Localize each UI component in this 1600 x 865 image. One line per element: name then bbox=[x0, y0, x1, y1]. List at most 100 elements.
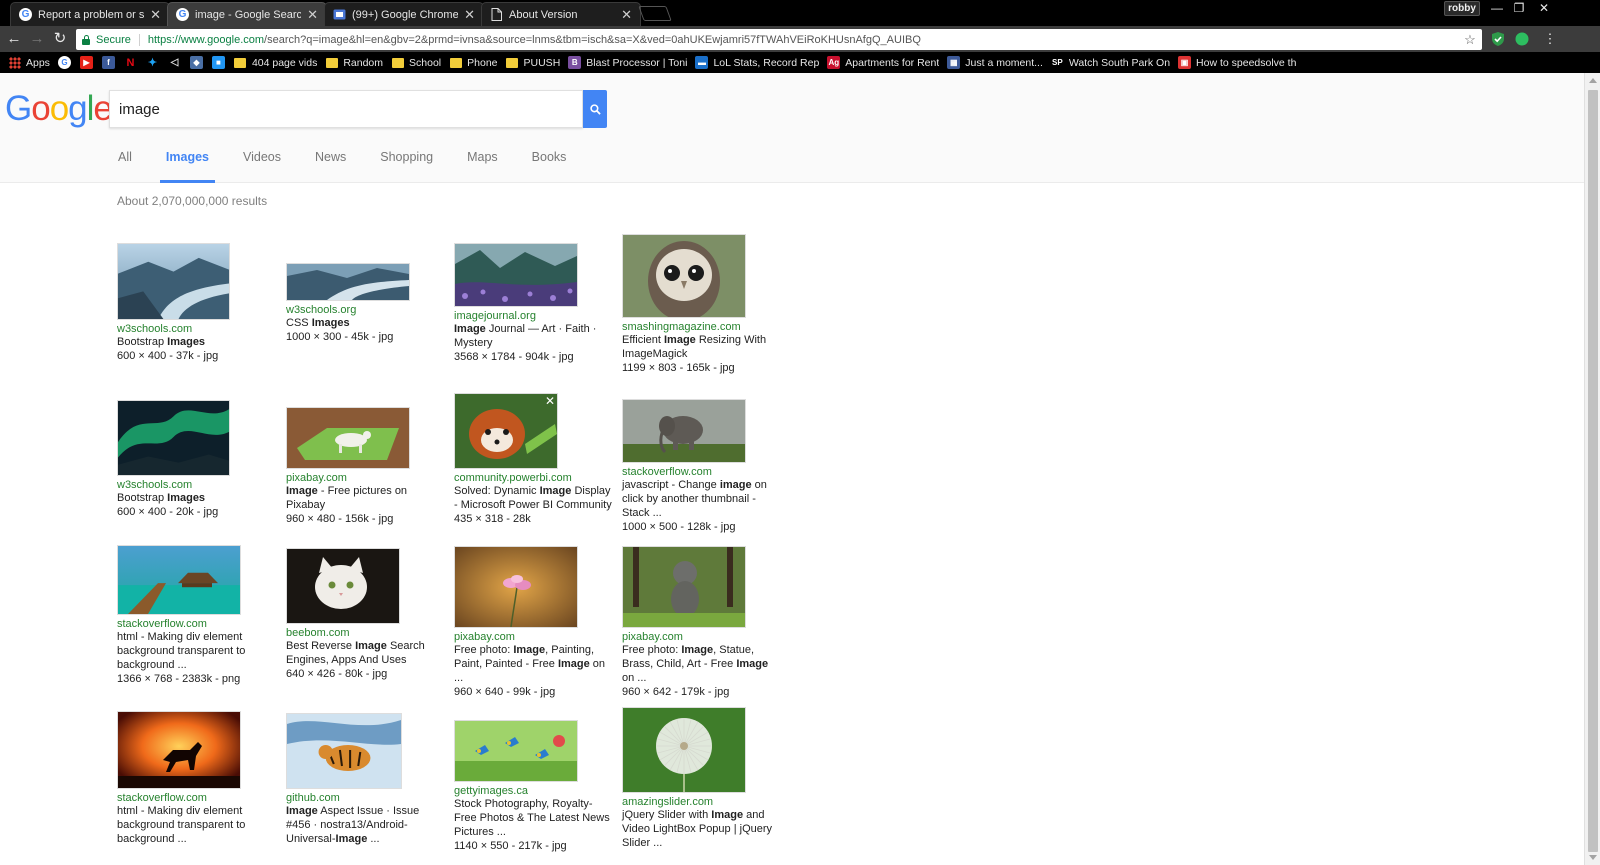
close-icon[interactable]: ✕ bbox=[150, 8, 161, 21]
result-title[interactable]: Free photo: Image, Statue, Brass, Child,… bbox=[622, 643, 782, 685]
back-icon[interactable]: ← bbox=[4, 29, 24, 49]
tab-maps[interactable]: Maps bbox=[461, 150, 504, 183]
image-result-card[interactable]: smashingmagazine.com Efficient Image Resi… bbox=[622, 234, 782, 375]
image-result-card[interactable]: pixabay.com Free photo: Image, Painting, … bbox=[454, 546, 614, 699]
bookmark-item[interactable]: Apps bbox=[8, 52, 50, 73]
tropical-pier-thumbnail[interactable] bbox=[117, 545, 241, 615]
restore-icon[interactable]: ❐ bbox=[1508, 0, 1530, 16]
tiger-snow-thumbnail[interactable] bbox=[286, 713, 402, 789]
image-result-card[interactable]: stackoverflow.com html - Making div eleme… bbox=[117, 545, 277, 686]
browser-tab-image-search[interactable]: G image - Google Search ✕ bbox=[167, 2, 327, 26]
new-tab-button[interactable] bbox=[638, 6, 672, 21]
result-source-link[interactable]: stackoverflow.com bbox=[622, 466, 782, 478]
result-title[interactable]: Image Aspect Issue · Issue #456 · nostra… bbox=[286, 804, 446, 846]
search-button[interactable] bbox=[583, 90, 607, 128]
result-source-link[interactable]: pixabay.com bbox=[622, 631, 782, 643]
image-result-card[interactable]: w3schools.org CSS Images 1000 × 300 - 45k … bbox=[286, 263, 446, 344]
result-title[interactable]: Free photo: Image, Painting, Paint, Pain… bbox=[454, 643, 614, 685]
bookmark-star-icon[interactable]: ☆ bbox=[1461, 32, 1479, 48]
tab-news[interactable]: News bbox=[309, 150, 352, 183]
chrome-menu-icon[interactable]: ⋮ bbox=[1540, 29, 1560, 49]
scroll-down-icon[interactable] bbox=[1589, 855, 1597, 860]
close-window-icon[interactable]: ✕ bbox=[1533, 0, 1555, 16]
fjord-panorama-thumbnail[interactable] bbox=[286, 263, 410, 301]
result-title[interactable]: Stock Photography, Royalty-Free Photos &… bbox=[454, 797, 614, 839]
image-result-card[interactable]: imagejournal.org Image Journal — Art · Fa… bbox=[454, 243, 614, 364]
result-title[interactable]: Image - Free pictures on Pixabay bbox=[286, 484, 446, 512]
pink-flower-thumbnail[interactable] bbox=[454, 546, 578, 628]
result-title[interactable]: Solved: Dynamic Image Display - Microsof… bbox=[454, 484, 614, 512]
image-result-card[interactable]: stackoverflow.com javascript - Change ima… bbox=[622, 399, 782, 534]
white-kitten-thumbnail[interactable] bbox=[286, 548, 400, 624]
image-result-card[interactable]: ✕ community.powerbi.com Solved: Dynamic Im… bbox=[454, 393, 614, 526]
close-icon[interactable]: ✕ bbox=[545, 394, 555, 408]
bookmark-item[interactable]: ▣ How to speedsolve th bbox=[1178, 52, 1296, 73]
result-title[interactable]: Best Reverse Image Search Engines, Apps … bbox=[286, 639, 446, 667]
bookmark-item[interactable]: Ag Apartments for Rent bbox=[827, 52, 939, 73]
result-source-link[interactable]: w3schools.org bbox=[286, 304, 446, 316]
bookmark-item[interactable]: PUUSH bbox=[506, 52, 560, 73]
bookmark-item[interactable]: G bbox=[57, 52, 76, 73]
google-logo[interactable]: Google bbox=[5, 89, 113, 129]
result-title[interactable]: Bootstrap Images bbox=[117, 491, 277, 505]
result-source-link[interactable]: stackoverflow.com bbox=[117, 618, 277, 630]
bookmark-item[interactable]: ▶ bbox=[79, 52, 98, 73]
tab-shopping[interactable]: Shopping bbox=[374, 150, 439, 183]
scroll-up-icon[interactable] bbox=[1589, 78, 1597, 83]
result-source-link[interactable]: github.com bbox=[286, 792, 446, 804]
image-result-card[interactable]: amazingslider.com jQuery Slider with Imag… bbox=[622, 707, 782, 850]
result-source-link[interactable]: amazingslider.com bbox=[622, 796, 782, 808]
dandelion-thumbnail[interactable] bbox=[622, 707, 746, 793]
result-title[interactable]: html - Making div element background tra… bbox=[117, 804, 277, 846]
result-title[interactable]: Efficient Image Resizing With ImageMagic… bbox=[622, 333, 782, 361]
child-statue-thumbnail[interactable] bbox=[622, 546, 746, 628]
bookmark-item[interactable]: SP Watch South Park On bbox=[1050, 52, 1170, 73]
address-bar[interactable]: Secure https://www.google.com/search?q=i… bbox=[76, 29, 1482, 50]
scrollbar-thumb[interactable] bbox=[1588, 90, 1598, 852]
image-result-card[interactable]: beebom.com Best Reverse Image Search Engi… bbox=[286, 548, 446, 681]
bookmark-item[interactable]: N bbox=[123, 52, 142, 73]
result-title[interactable]: CSS Images bbox=[286, 316, 446, 330]
image-result-card[interactable]: stackoverflow.com html - Making div eleme… bbox=[117, 711, 277, 846]
horse-sunset-thumbnail[interactable] bbox=[117, 711, 241, 789]
image-result-card[interactable]: pixabay.com Free photo: Image, Statue, Br… bbox=[622, 546, 782, 699]
mountain-flowers-thumbnail[interactable] bbox=[454, 243, 578, 307]
tab-images[interactable]: Images bbox=[159, 150, 216, 183]
result-source-link[interactable]: smashingmagazine.com bbox=[622, 321, 782, 333]
result-title[interactable]: Bootstrap Images bbox=[117, 335, 277, 349]
result-title[interactable]: jQuery Slider with Image and Video Light… bbox=[622, 808, 782, 850]
result-source-link[interactable]: community.powerbi.com bbox=[454, 472, 614, 484]
bookmark-item[interactable]: ✦ bbox=[145, 52, 164, 73]
profile-button[interactable]: robby bbox=[1444, 1, 1480, 16]
fjord-landscape-thumbnail[interactable] bbox=[117, 243, 230, 320]
bookmark-item[interactable]: ◁ bbox=[167, 52, 186, 73]
tab-videos[interactable]: Videos bbox=[237, 150, 287, 183]
aurora-thumbnail[interactable] bbox=[117, 400, 230, 476]
image-result-card[interactable]: github.com Image Aspect Issue · Issue #45… bbox=[286, 713, 446, 846]
result-source-link[interactable]: pixabay.com bbox=[286, 472, 446, 484]
shield-extension-icon[interactable] bbox=[1490, 31, 1506, 47]
elephant-thumbnail[interactable] bbox=[622, 399, 746, 463]
close-icon[interactable]: ✕ bbox=[307, 8, 318, 21]
owl-thumbnail[interactable] bbox=[622, 234, 746, 318]
result-source-link[interactable]: beebom.com bbox=[286, 627, 446, 639]
browser-tab-about-version[interactable]: About Version ✕ bbox=[481, 2, 641, 26]
result-title[interactable]: Image Journal — Art · Faith · Mystery bbox=[454, 322, 614, 350]
bookmark-item[interactable]: School bbox=[391, 52, 441, 73]
reload-icon[interactable]: ↻ bbox=[50, 29, 70, 49]
result-source-link[interactable]: imagejournal.org bbox=[454, 310, 614, 322]
result-source-link[interactable]: w3schools.com bbox=[117, 323, 277, 335]
bookmark-item[interactable]: ▬ LoL Stats, Record Rep bbox=[695, 52, 819, 73]
bookmark-item[interactable]: Random bbox=[325, 52, 383, 73]
result-source-link[interactable]: w3schools.com bbox=[117, 479, 277, 491]
bookmark-item[interactable]: ◆ bbox=[189, 52, 208, 73]
result-source-link[interactable]: pixabay.com bbox=[454, 631, 614, 643]
bookmark-item[interactable]: f bbox=[101, 52, 120, 73]
image-result-card[interactable]: w3schools.com Bootstrap Images 600 × 400 -… bbox=[117, 243, 277, 363]
bookmark-item[interactable]: ▦ Just a moment... bbox=[947, 52, 1043, 73]
minimize-icon[interactable]: — bbox=[1486, 0, 1508, 16]
result-title[interactable]: html - Making div element background tra… bbox=[117, 630, 277, 672]
url-text[interactable]: https://www.google.com/search?q=image&hl… bbox=[148, 34, 1461, 46]
forward-icon[interactable]: → bbox=[27, 29, 47, 49]
bookmark-item[interactable]: Phone bbox=[449, 52, 498, 73]
